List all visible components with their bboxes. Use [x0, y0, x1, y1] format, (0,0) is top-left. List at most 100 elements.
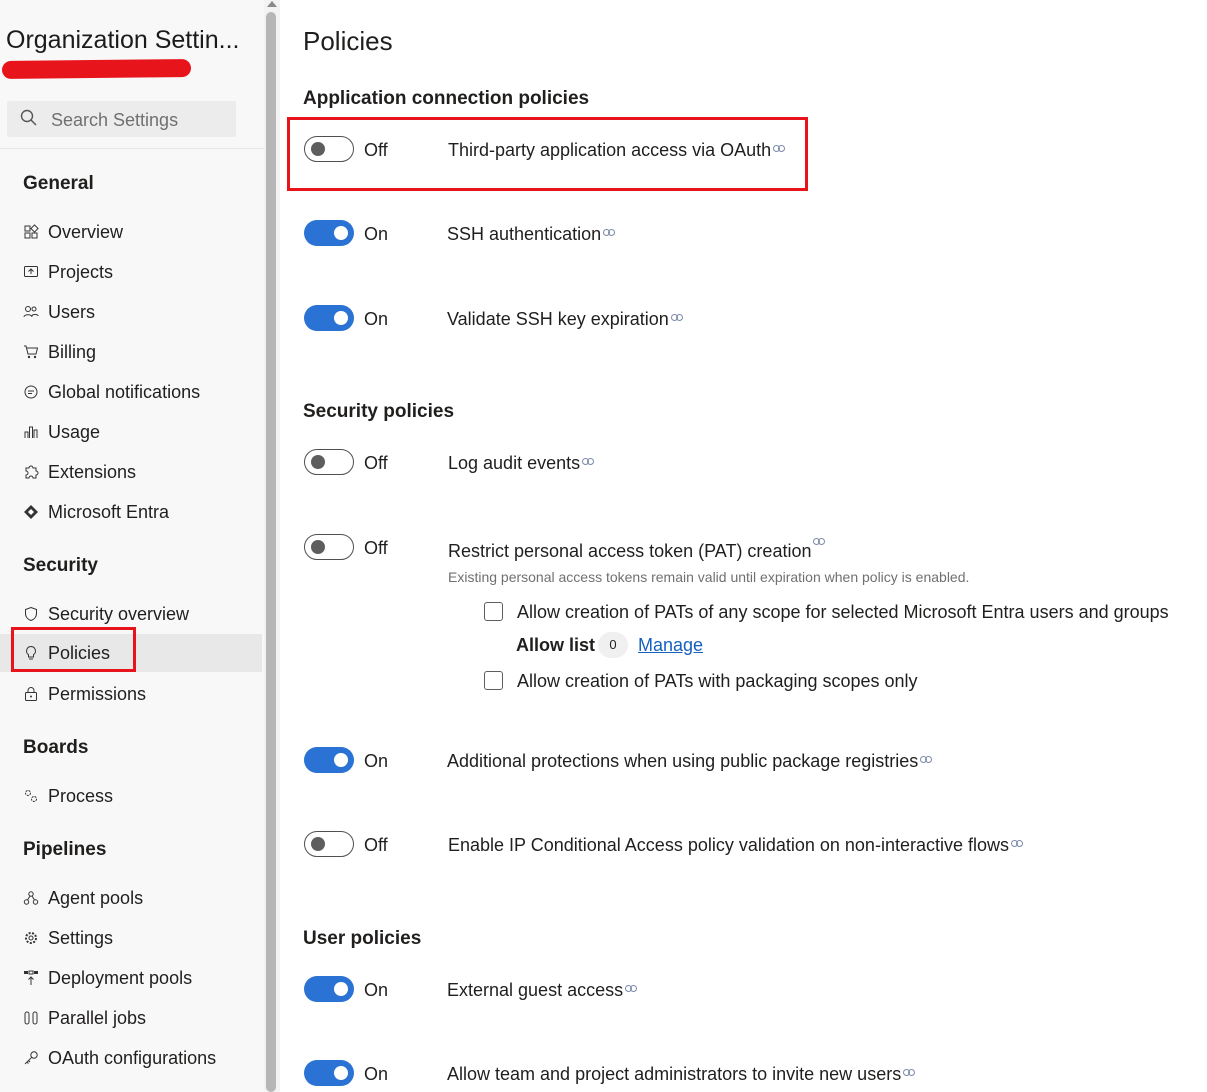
link-icon[interactable] — [582, 458, 595, 465]
toggle-restrict-pat-creation[interactable] — [304, 534, 354, 560]
manage-allow-list-link[interactable]: Manage — [638, 635, 703, 656]
toggle-knob — [311, 540, 325, 554]
sidebar-scrollbar-thumb[interactable] — [266, 12, 276, 1092]
toggle-state-label: Off — [364, 453, 388, 473]
toggle-ip-conditional-access[interactable] — [304, 831, 354, 857]
section-pipelines: Pipelines — [23, 839, 107, 860]
toggle-knob — [334, 311, 348, 325]
search-icon — [20, 109, 37, 126]
toggle-state-label: Off — [364, 140, 388, 160]
sidebar-item-oauth-configurations[interactable]: OAuth configurations — [0, 1039, 262, 1077]
toggle-public-package-protections[interactable] — [304, 747, 354, 773]
toggle-validate-ssh-key-expiration[interactable] — [304, 305, 354, 331]
link-icon[interactable] — [813, 538, 826, 545]
sidebar-item-settings[interactable]: Settings — [0, 919, 262, 957]
chat-bubble-icon — [24, 385, 38, 399]
toggle-knob — [334, 982, 348, 996]
toggle-knob — [334, 1066, 348, 1080]
sidebar-item-parallel-jobs[interactable]: Parallel jobs — [0, 999, 262, 1037]
restrict-pat-description: Existing personal access tokens remain v… — [448, 569, 970, 585]
link-icon[interactable] — [603, 229, 616, 236]
sidebar-item-label: Microsoft Entra — [48, 502, 170, 522]
usage-chart-icon — [24, 426, 38, 438]
users-icon — [23, 306, 39, 318]
toggle-knob — [311, 837, 325, 851]
sidebar-item-agent-pools[interactable]: Agent pools — [0, 879, 262, 917]
shield-icon — [25, 606, 37, 622]
search-placeholder: Search Settings — [51, 110, 179, 130]
puzzle-icon — [25, 465, 39, 479]
allow-list-count-badge: 0 — [598, 632, 628, 658]
link-icon[interactable] — [625, 985, 638, 992]
sidebar-item-projects[interactable]: Projects — [0, 253, 262, 291]
policy-label-log-audit-events: Log audit events — [448, 453, 595, 474]
sidebar-item-extensions[interactable]: Extensions — [0, 453, 262, 491]
agent-pools-icon — [23, 891, 39, 905]
toggle-state-label: On — [364, 751, 389, 771]
sidebar-item-deployment-pools[interactable]: Deployment pools — [0, 959, 262, 997]
sidebar-item-label: Projects — [48, 262, 114, 282]
policy-label-text: Enable IP Conditional Access policy vali… — [448, 835, 1009, 855]
policy-label-text: Third-party application access via OAuth — [448, 140, 772, 160]
toggle-state-label: Off — [364, 538, 388, 558]
policy-label-public-package-protections: Additional protections when using public… — [447, 751, 933, 772]
sidebar-item-microsoft-entra[interactable]: Microsoft Entra — [0, 493, 262, 531]
sidebar-item-label: Usage — [48, 422, 101, 442]
sidebar-item-label: Extensions — [48, 462, 137, 482]
toggle-log-audit-events[interactable] — [304, 449, 354, 475]
settings-sidebar: Organization Settin... Search Settings G… — [0, 0, 264, 1092]
sidebar-item-usage[interactable]: Usage — [0, 413, 262, 451]
sidebar-item-label: Parallel jobs — [48, 1008, 147, 1028]
toggle-team-admin-invite[interactable] — [304, 1060, 354, 1086]
sidebar-item-users[interactable]: Users — [0, 293, 262, 331]
toggle-ssh-authentication[interactable] — [304, 220, 354, 246]
gear-icon — [25, 932, 37, 944]
sidebar-item-label: Agent pools — [48, 888, 144, 908]
sidebar-item-global-notifications[interactable]: Global notifications — [0, 373, 262, 411]
sidebar-item-label: Deployment pools — [48, 968, 193, 988]
link-icon[interactable] — [773, 145, 786, 152]
toggle-third-party-oauth[interactable] — [304, 136, 354, 162]
sidebar-item-overview[interactable]: Overview — [0, 213, 262, 251]
cart-icon — [24, 345, 39, 359]
sidebar-item-label: Global notifications — [48, 382, 201, 402]
deployment-pools-icon — [24, 970, 38, 985]
toggle-state-label: On — [364, 1064, 389, 1084]
checkbox-pats-any-scope[interactable] — [484, 602, 503, 621]
parallel-jobs-icon — [24, 1011, 38, 1025]
policies-highlight-box — [11, 627, 136, 672]
link-icon[interactable] — [1011, 840, 1023, 847]
toggle-knob — [334, 753, 348, 767]
policy-label-ssh-authentication: SSH authentication — [447, 224, 616, 245]
sidebar-item-label: Security overview — [48, 604, 190, 624]
checkbox-label-pats-packaging-scopes: Allow creation of PATs with packaging sc… — [517, 671, 918, 691]
sidebar-item-label: OAuth configurations — [48, 1048, 217, 1068]
policy-label-restrict-pat-creation: Restrict personal access token (PAT) cre… — [448, 538, 826, 562]
policy-label-ip-conditional-access: Enable IP Conditional Access policy vali… — [448, 835, 1023, 856]
sidebar-item-process[interactable]: Process — [0, 777, 262, 815]
policy-label-team-admin-invite: Allow team and project administrators to… — [447, 1064, 916, 1085]
search-settings-input[interactable]: Search Settings — [7, 101, 236, 137]
toggle-state-label: On — [364, 980, 389, 1000]
checkbox-pats-packaging-scopes[interactable] — [484, 671, 503, 690]
scroll-up-arrow-icon[interactable] — [266, 0, 278, 9]
policy-label-external-guest-access: External guest access — [447, 980, 638, 1001]
process-gears-icon — [25, 790, 37, 802]
group-user-policies: User policies — [303, 928, 422, 949]
toggle-knob — [334, 226, 348, 240]
link-icon[interactable] — [920, 756, 933, 763]
projects-icon — [24, 266, 38, 277]
link-icon[interactable] — [903, 1069, 916, 1076]
group-security-policies: Security policies — [303, 401, 455, 422]
section-security: Security — [23, 555, 98, 576]
toggle-external-guest-access[interactable] — [304, 976, 354, 1002]
section-general: General — [23, 173, 94, 194]
key-icon — [24, 1051, 38, 1065]
sidebar-item-permissions[interactable]: Permissions — [0, 675, 262, 713]
sidebar-item-label: Settings — [48, 928, 114, 948]
sidebar-item-billing[interactable]: Billing — [0, 333, 262, 371]
link-icon[interactable] — [670, 314, 683, 321]
sidebar-item-label: Users — [48, 302, 96, 322]
checkbox-label-pats-any-scope: Allow creation of PATs of any scope for … — [517, 602, 1169, 622]
policy-label-text: External guest access — [447, 980, 624, 1000]
